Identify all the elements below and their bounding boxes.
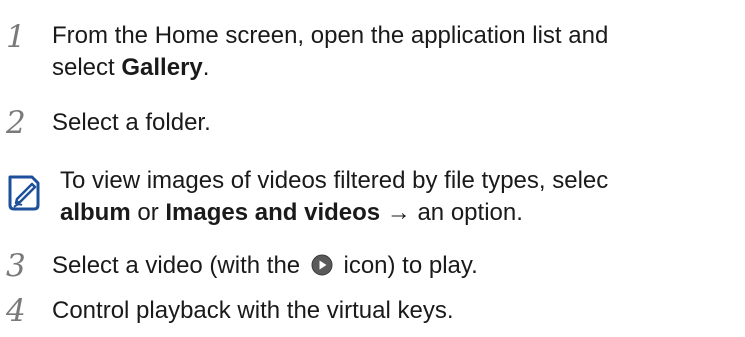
note-line-1: To view images of videos filtered by fil… (60, 167, 609, 194)
step-1-line-1: From the Home screen, open the applicati… (52, 22, 609, 49)
step-number: 1 (6, 19, 26, 55)
gallery-label: Gallery (121, 54, 203, 81)
step-1-line-2: select Gallery. (52, 54, 210, 81)
note-line-2: album or Images and videos → an option. (60, 199, 523, 226)
play-circle-icon (311, 254, 333, 276)
step-text: Select a folder. (52, 109, 211, 136)
step-text: Control playback with the virtual keys. (52, 297, 454, 324)
step-number: 2 (6, 105, 26, 141)
note-pencil-icon (8, 175, 40, 211)
step-number: 3 (6, 248, 26, 284)
step-text: From the Home screen, open the applicati… (52, 20, 608, 84)
note-text: To view images of videos filtered by fil… (60, 165, 608, 229)
step-text: Select a video (with the icon) to play. (52, 252, 478, 279)
step-number: 4 (6, 293, 26, 329)
